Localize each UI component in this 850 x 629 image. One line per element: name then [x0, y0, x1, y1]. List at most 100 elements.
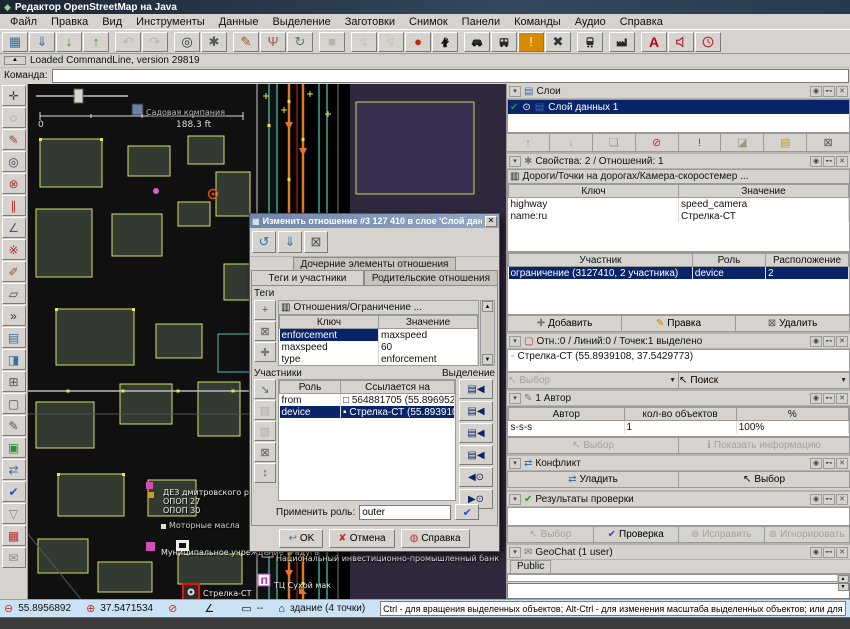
menu-item-Заготовки[interactable]: Заготовки — [339, 16, 401, 28]
apply-role-input[interactable] — [359, 505, 451, 520]
conflict-select-button[interactable]: ↖Выбор — [678, 471, 850, 488]
collapse-panel-icon[interactable]: ▾ — [509, 393, 521, 404]
column-header[interactable]: Ключ — [509, 185, 679, 198]
run-validation-button[interactable]: ✔Проверка — [593, 526, 680, 543]
split-way-button[interactable]: Ψ — [260, 32, 286, 52]
layer-toggle-visibility-button[interactable]: ⊘ — [635, 133, 679, 152]
open-file-button[interactable]: ▦ — [2, 32, 28, 52]
table-row[interactable]: device▪ Стрелка-СТ (55.8939108… — [280, 406, 455, 418]
select-members-in-dataset-button[interactable]: ▤◀ — [459, 379, 493, 399]
table-row[interactable]: from□ 564881705 (55.8969528, … — [280, 394, 455, 407]
map-canvas[interactable]: S П Садовая компанияДЕЗ дмитровского рай… — [28, 84, 506, 599]
scroll-down-icon[interactable]: ▼ — [838, 583, 849, 591]
copy-selected-members-button[interactable]: ↘ — [254, 379, 276, 399]
collapse-panel-icon[interactable]: ▾ — [509, 458, 521, 469]
delete-x-button[interactable]: ✖ — [545, 32, 571, 52]
draw-node-tool-button[interactable]: ✎ — [2, 129, 26, 150]
collapse-panel-icon[interactable]: ▾ — [509, 494, 521, 505]
zoom-to-selection-button[interactable]: ◎ — [174, 32, 200, 52]
validator-panel-toggle-button[interactable]: ✔ — [2, 481, 26, 502]
layer-style-button[interactable]: ▤ — [763, 133, 807, 152]
sticky-icon[interactable]: ◉ — [810, 86, 822, 97]
menu-item-Панели[interactable]: Панели — [456, 16, 506, 28]
collapse-panel-icon[interactable]: ▾ — [509, 156, 521, 167]
lasso-tool-button[interactable]: ◌ — [2, 107, 26, 128]
sticky-icon[interactable]: ◉ — [810, 458, 822, 469]
factory-landuse-button[interactable] — [609, 32, 635, 52]
title-bar[interactable]: ◆ Редактор OpenStreetMap на Java — [0, 0, 850, 14]
column-header[interactable]: Ключ — [280, 316, 379, 329]
layer-opacity-button[interactable]: ! — [678, 133, 722, 152]
delete-tag-button[interactable]: ⊠ — [254, 321, 276, 341]
audio-speaker-button[interactable] — [668, 32, 694, 52]
sticky-icon[interactable]: ◉ — [810, 547, 822, 558]
menu-item-Выделение[interactable]: Выделение — [266, 16, 336, 28]
filter-panel-toggle-button[interactable]: ▽ — [2, 503, 26, 524]
conflict-panel-toggle-button[interactable]: ⇄ — [2, 459, 26, 480]
menu-item-Команды[interactable]: Команды — [508, 16, 567, 28]
menu-item-Инструменты[interactable]: Инструменты — [130, 16, 211, 28]
membership-table[interactable]: УчастникРольРасположениеограничение (312… — [508, 253, 849, 279]
selection-panel-toggle-button[interactable]: ▢ — [2, 393, 26, 414]
authors-table[interactable]: Авторкол-во объектов%s-s-s1100% — [508, 407, 849, 433]
bus-transport-button[interactable] — [491, 32, 517, 52]
pin-icon[interactable]: ⊷ — [823, 458, 835, 469]
pin-icon[interactable]: ⊷ — [823, 547, 835, 558]
members-table[interactable]: РольСсылается наfrom□ 564881705 (55.8969… — [279, 380, 455, 418]
collapse-panel-icon[interactable]: ▾ — [509, 336, 521, 347]
tags-table[interactable]: КлючЗначениеenforcementmaxspeedmaxspeed6… — [279, 315, 478, 365]
validation-results-list[interactable] — [507, 507, 850, 526]
clock-timer-button[interactable] — [695, 32, 721, 52]
close-icon[interactable]: ✕ — [836, 156, 848, 167]
column-header[interactable]: кол-во объектов — [624, 408, 736, 421]
table-row[interactable]: ограничение (3127410, 2 участника)device… — [509, 267, 849, 280]
table-row[interactable]: highwayspeed_camera — [509, 198, 849, 211]
close-icon[interactable]: ✕ — [836, 458, 848, 469]
pin-icon[interactable]: ⊷ — [823, 336, 835, 347]
layers-panel-toggle-button[interactable]: ▤ — [2, 327, 26, 348]
improve-accuracy-tool-button[interactable]: ※ — [2, 239, 26, 260]
column-header[interactable]: % — [736, 408, 848, 421]
collapse-panel-icon[interactable]: ▾ — [509, 547, 521, 558]
selected-object-item[interactable]: ▫ Стрелка-СТ (55.8939108, 37.5429773) — [508, 350, 849, 363]
menu-item-Правка[interactable]: Правка — [45, 16, 94, 28]
layer-visibility-eye-icon[interactable]: ⊙ — [522, 102, 530, 113]
upload-data-button[interactable]: ↑ — [83, 32, 109, 52]
train-railway-button[interactable] — [577, 32, 603, 52]
ok-button[interactable]: ↩OK — [279, 529, 323, 548]
layer-move-up-button[interactable]: ↑ — [506, 133, 550, 152]
table-row[interactable]: s-s-s1100% — [509, 421, 849, 434]
column-header[interactable]: Участник — [509, 254, 693, 267]
sticky-icon[interactable]: ◉ — [810, 156, 822, 167]
parallel-way-tool-button[interactable]: ∥ — [2, 195, 26, 216]
table-row[interactable]: enforcementmaxspeed — [280, 329, 478, 342]
selection-search-button[interactable]: ↖Поиск▼ — [678, 372, 850, 389]
remove-members-from-selection-button[interactable]: ▤◀ — [459, 423, 493, 443]
angle-tool-button[interactable]: ∠ — [2, 217, 26, 238]
menu-item-Снимок[interactable]: Снимок — [403, 16, 454, 28]
add-tag-button[interactable]: ✚Добавить — [507, 315, 622, 332]
properties-table[interactable]: КлючЗначениеhighwayspeed_cameraname:ruСт… — [508, 184, 849, 222]
geochat-scrollbar[interactable]: ▲ ▼ — [837, 575, 849, 581]
tags-panel-toggle-button[interactable]: ◨ — [2, 349, 26, 370]
tab-relation-children[interactable]: Дочерние элементы отношения — [293, 257, 457, 270]
collapse-panel-icon[interactable]: ▾ — [509, 86, 521, 97]
menu-item-Файл[interactable]: Файл — [4, 16, 43, 28]
add-members-to-selection-button[interactable]: ▤◀ — [459, 401, 493, 421]
geochat-tab-public[interactable]: Public — [510, 560, 551, 573]
download-data-button[interactable]: ⇓ — [29, 32, 55, 52]
sort-members-button[interactable]: ↕ — [254, 463, 276, 483]
resolve-conflict-button[interactable]: ⇄Уладить — [507, 471, 679, 488]
pin-icon[interactable]: ⊷ — [823, 156, 835, 167]
more-tools-button[interactable]: » — [2, 305, 26, 326]
minimap-toggle-button[interactable]: ▣ — [2, 437, 26, 458]
command-stack-toggle-button[interactable]: ▦ — [2, 525, 26, 546]
close-icon[interactable]: ✕ — [836, 86, 848, 97]
authors-panel-toggle-button[interactable]: ✎ — [2, 415, 26, 436]
tags-scrollbar[interactable]: ▲ ▼ — [480, 300, 495, 366]
properties-preset-row[interactable]: ▥ Дороги/Точки на дорогах/Камера-скорост… — [507, 169, 850, 183]
layer-delete-button[interactable]: ⊠ — [806, 133, 850, 152]
menu-item-Вид[interactable]: Вид — [96, 16, 128, 28]
letter-a-annotation-button[interactable]: A — [641, 32, 667, 52]
pan-hand-button[interactable] — [432, 32, 458, 52]
